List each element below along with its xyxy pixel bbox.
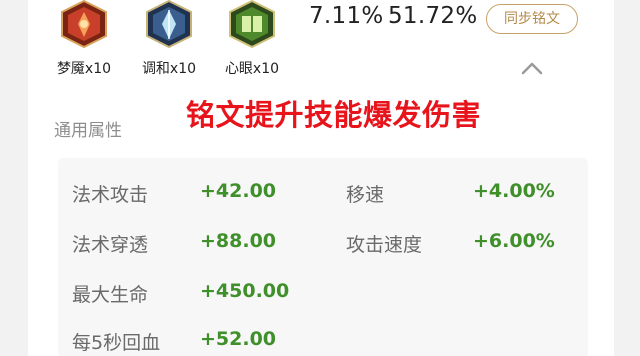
stat-percentage-1: 7.11% <box>309 3 384 29</box>
attr-value: +42.00 <box>200 180 277 202</box>
blue-rune-icon <box>146 0 192 48</box>
attr-label: 每5秒回血 <box>72 332 161 354</box>
chevron-up-icon[interactable] <box>520 60 544 76</box>
attr-label: 最大生命 <box>72 284 149 306</box>
stat-percentage-2: 51.72% <box>388 3 478 29</box>
attr-value: +4.00% <box>473 180 555 202</box>
attr-label: 法术攻击 <box>72 184 149 206</box>
attr-value: +52.00 <box>200 328 277 350</box>
rune-item[interactable]: 调和x10 <box>139 0 199 80</box>
overlay-caption: 铭文提升技能爆发伤害 <box>186 98 482 132</box>
rune-item[interactable]: 心眼x10 <box>222 0 282 80</box>
attr-value: +88.00 <box>200 230 277 252</box>
section-title: 通用属性 <box>54 121 122 141</box>
green-rune-icon <box>229 0 275 48</box>
attr-value: +450.00 <box>200 280 290 302</box>
rune-name: 心眼x10 <box>224 61 280 77</box>
attr-label: 攻击速度 <box>346 234 423 256</box>
rune-name: 梦魇x10 <box>56 61 112 77</box>
sync-rune-button[interactable]: 同步铭文 <box>486 4 578 34</box>
red-rune-icon <box>61 0 107 48</box>
rune-item[interactable]: 梦魇x10 <box>54 0 114 80</box>
attr-value: +6.00% <box>473 230 555 252</box>
rune-name: 调和x10 <box>141 61 197 77</box>
attr-label: 移速 <box>346 184 385 206</box>
attr-label: 法术穿透 <box>72 234 149 256</box>
